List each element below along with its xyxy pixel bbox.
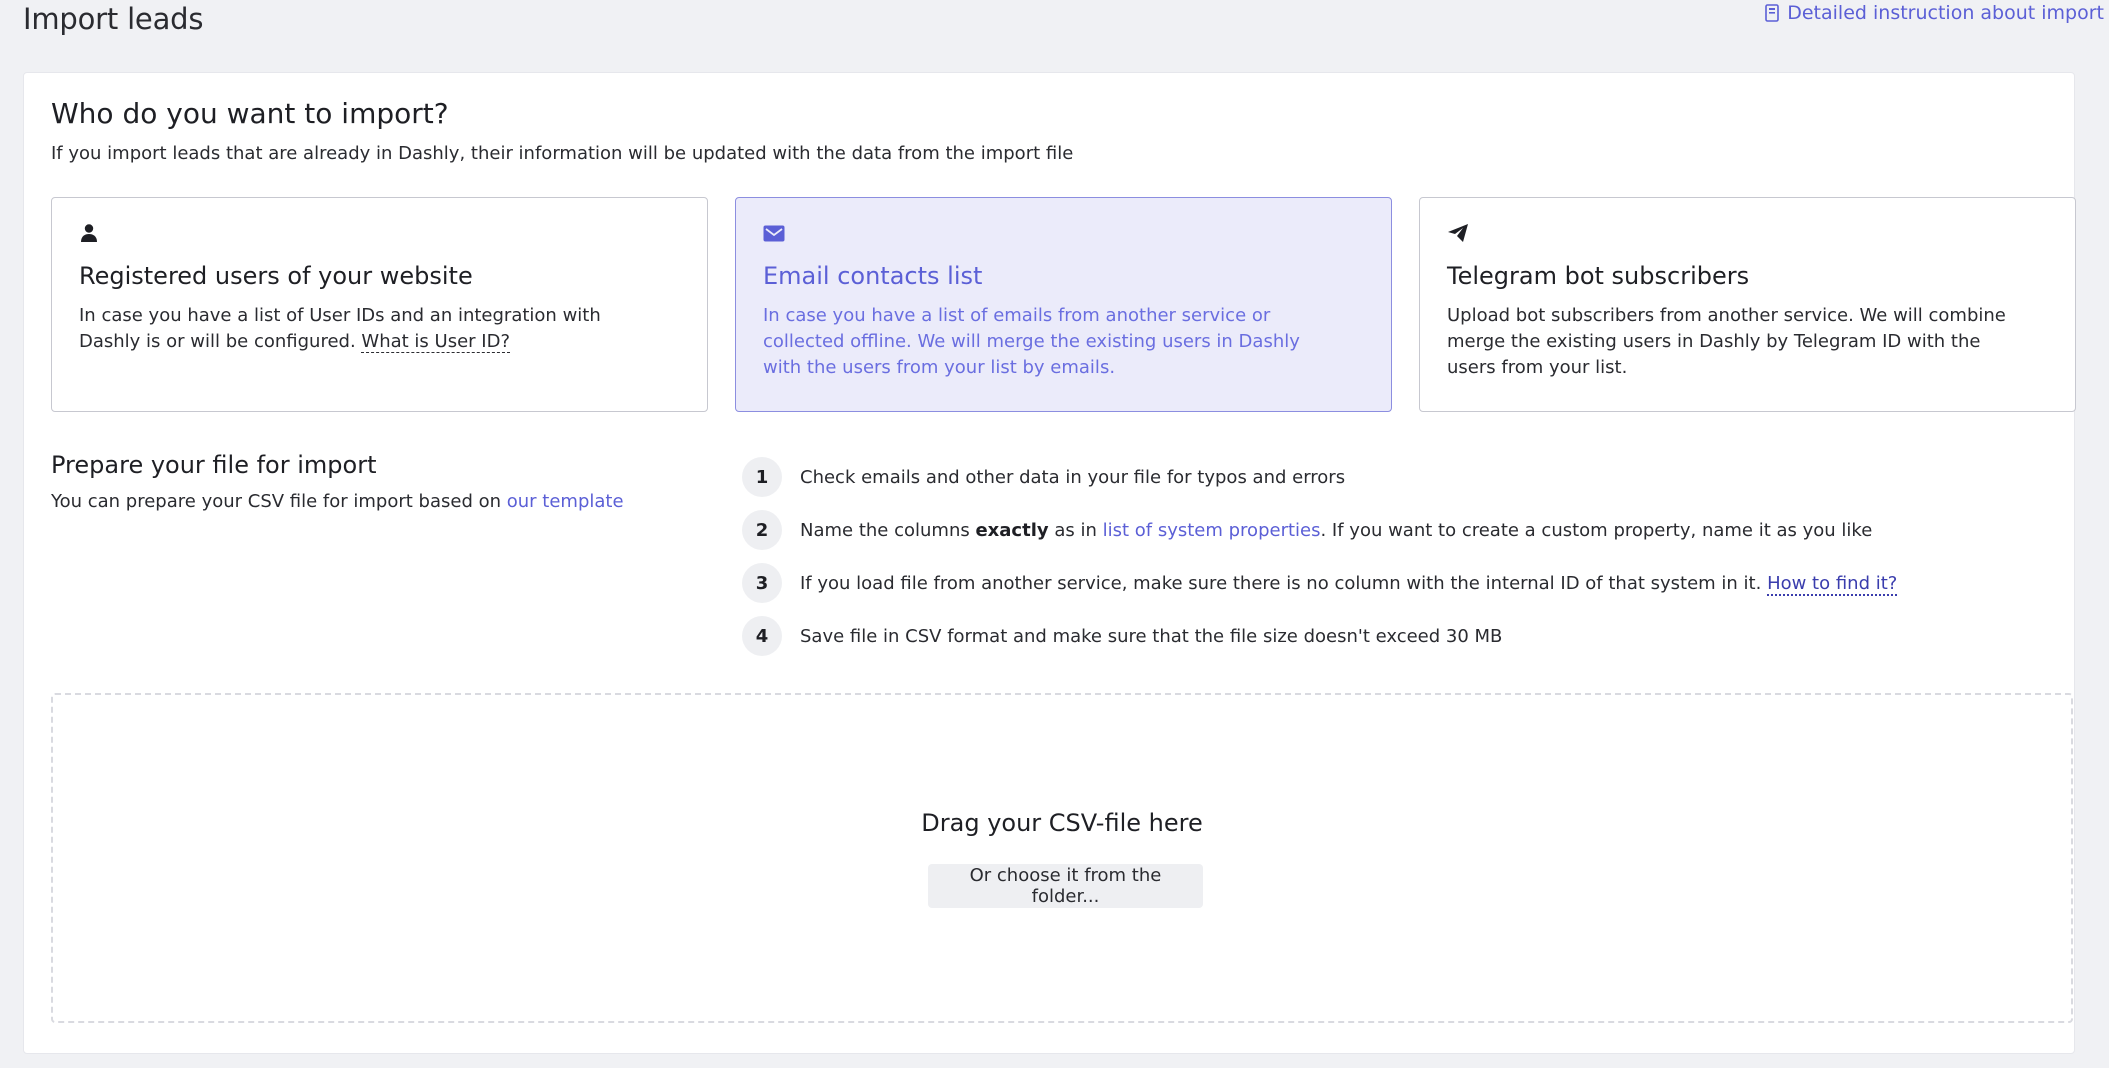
- step-text-part: . If you want to create a custom propert…: [1320, 519, 1873, 541]
- step-number: 4: [742, 616, 782, 656]
- what-is-user-id-link[interactable]: What is User ID?: [361, 331, 510, 353]
- system-properties-link[interactable]: list of system properties: [1103, 520, 1321, 541]
- step-item: 4 Save file in CSV format and make sure …: [742, 616, 1897, 656]
- step-number: 1: [742, 457, 782, 497]
- step-number: 2: [742, 510, 782, 550]
- section-title: Who do you want to import?: [51, 97, 449, 130]
- how-to-find-link[interactable]: How to find it?: [1767, 572, 1898, 596]
- instruction-link-label: Detailed instruction about import: [1787, 2, 2104, 24]
- card-telegram-subscribers[interactable]: Telegram bot subscribers Upload bot subs…: [1419, 197, 2076, 412]
- step-item: 1 Check emails and other data in your fi…: [742, 457, 1897, 497]
- user-icon: [79, 222, 680, 244]
- card-description: Upload bot subscribers from another serv…: [1447, 305, 2006, 378]
- telegram-icon: [1447, 222, 2048, 244]
- import-type-cards: Registered users of your website In case…: [51, 197, 2076, 412]
- step-item: 2 Name the columns exactly as in list of…: [742, 510, 1897, 550]
- step-text: Name the columns exactly as in list of s…: [800, 520, 1872, 541]
- choose-file-button[interactable]: Or choose it from the folder...: [928, 864, 1203, 908]
- step-text-part: as in: [1048, 519, 1103, 541]
- step-text: Check emails and other data in your file…: [800, 466, 1346, 488]
- card-description: In case you have a list of User IDs and …: [79, 305, 601, 352]
- step-number: 3: [742, 563, 782, 603]
- card-email-contacts[interactable]: Email contacts list In case you have a l…: [735, 197, 1392, 412]
- card-title: Email contacts list: [763, 262, 983, 290]
- card-title: Telegram bot subscribers: [1447, 262, 1750, 290]
- envelope-icon: [763, 222, 1364, 244]
- instruction-link[interactable]: Detailed instruction about import: [1765, 2, 2104, 24]
- import-panel: Who do you want to import? If you import…: [23, 72, 2076, 1054]
- prepare-title: Prepare your file for import: [51, 451, 377, 479]
- page-title: Import leads: [23, 2, 204, 36]
- step-text: Save file in CSV format and make sure th…: [800, 625, 1503, 647]
- card-title: Registered users of your website: [79, 262, 473, 290]
- card-text: In case you have a list of User IDs and …: [79, 303, 639, 355]
- step-text: If you load file from another service, m…: [800, 572, 1898, 596]
- step-text-part: Name the columns: [800, 519, 976, 541]
- prepare-text: You can prepare your CSV file for import…: [51, 491, 624, 512]
- step-item: 3 If you load file from another service,…: [742, 563, 1898, 603]
- template-link[interactable]: our template: [507, 491, 624, 512]
- document-icon: [1765, 4, 1780, 22]
- card-registered-users[interactable]: Registered users of your website In case…: [51, 197, 708, 412]
- dropzone-title: Drag your CSV-file here: [921, 809, 1203, 837]
- prepare-steps: 1 Check emails and other data in your fi…: [742, 457, 1898, 669]
- step-text-part: If you load file from another service, m…: [800, 572, 1768, 594]
- card-description: In case you have a list of emails from a…: [763, 305, 1300, 378]
- section-subtitle: If you import leads that are already in …: [51, 143, 1074, 164]
- step-emphasis: exactly: [975, 519, 1049, 541]
- csv-dropzone[interactable]: Drag your CSV-file here Or choose it fro…: [51, 693, 2073, 1023]
- prepare-description: You can prepare your CSV file for import…: [51, 491, 507, 512]
